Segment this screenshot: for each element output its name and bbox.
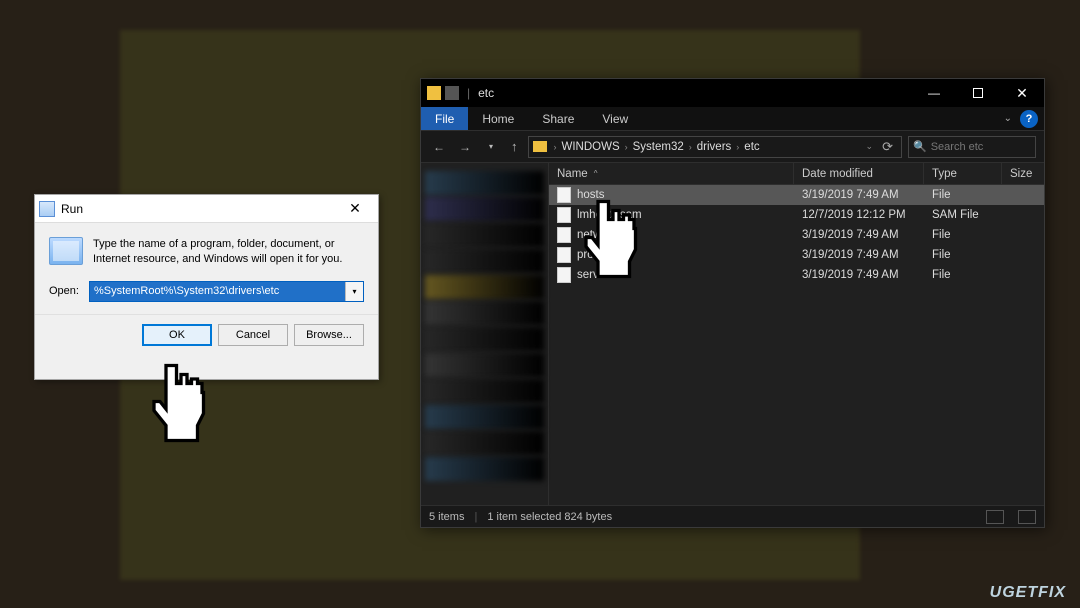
file-icon (557, 247, 571, 263)
file-date: 12/7/2019 12:12 PM (794, 209, 924, 221)
file-row[interactable]: protocol 3/19/2019 7:49 AMFile (549, 245, 1044, 265)
qat-icon[interactable] (445, 86, 459, 100)
file-row[interactable]: lmhosts.sam 12/7/2019 12:12 PMSAM File (549, 205, 1044, 225)
file-type: File (924, 249, 1002, 261)
file-date: 3/19/2019 7:49 AM (794, 249, 924, 261)
run-icon (39, 201, 55, 217)
watermark: UGETFIX (990, 584, 1066, 602)
window-title: etc (478, 86, 494, 100)
file-type: File (924, 229, 1002, 241)
run-dialog: Run ✕ Type the name of a program, folder… (34, 194, 379, 380)
sort-asc-icon: ^ (594, 169, 598, 178)
open-combobox[interactable]: ▾ (89, 281, 364, 302)
file-name: hosts (577, 189, 605, 201)
file-type: SAM File (924, 209, 1002, 221)
col-type[interactable]: Type (924, 163, 1002, 184)
file-row[interactable]: networks 3/19/2019 7:49 AMFile (549, 225, 1044, 245)
path-seg-3[interactable]: etc (744, 141, 759, 153)
column-headers[interactable]: Name^ Date modified Type Size (549, 163, 1044, 185)
explorer-titlebar[interactable]: | etc — ✕ (421, 79, 1044, 107)
address-chevron-down-icon[interactable]: ⌄ (863, 141, 877, 152)
run-description: Type the name of a program, folder, docu… (93, 237, 364, 267)
ribbon-collapse-icon[interactable]: ⌄ (996, 107, 1020, 130)
file-row[interactable]: services 3/19/2019 7:49 AMFile (549, 265, 1044, 285)
run-button-row: OK Cancel Browse... (35, 314, 378, 356)
run-app-icon (49, 237, 83, 265)
nav-back-button[interactable]: ← (429, 137, 449, 157)
ok-button[interactable]: OK (142, 324, 212, 346)
minimize-button[interactable]: — (912, 79, 956, 107)
close-button[interactable]: ✕ (1000, 79, 1044, 107)
path-seg-1[interactable]: System32 (633, 141, 684, 153)
combo-chevron-down-icon[interactable]: ▾ (345, 282, 363, 301)
maximize-button[interactable] (956, 79, 1000, 107)
path-sep: › (686, 142, 695, 152)
path-sep: › (551, 142, 560, 152)
nav-forward-button[interactable]: → (455, 137, 475, 157)
status-item-count: 5 items (429, 511, 464, 523)
file-icon (557, 207, 571, 223)
file-icon (557, 187, 571, 203)
address-bar-row: ← → ▾ ↑ › WINDOWS › System32 › drivers ›… (421, 131, 1044, 163)
file-date: 3/19/2019 7:49 AM (794, 189, 924, 201)
open-label: Open: (49, 285, 79, 297)
file-date: 3/19/2019 7:49 AM (794, 269, 924, 281)
col-name[interactable]: Name^ (549, 163, 794, 184)
address-bar[interactable]: › WINDOWS › System32 › drivers › etc ⌄ ⟳ (528, 136, 903, 158)
open-input[interactable] (90, 282, 345, 301)
view-large-icon[interactable] (1018, 510, 1036, 524)
path-sep: › (622, 142, 631, 152)
view-details-icon[interactable] (986, 510, 1004, 524)
file-icon (557, 227, 571, 243)
file-name: services (577, 269, 619, 281)
status-selection: 1 item selected 824 bytes (487, 511, 612, 523)
file-list: Name^ Date modified Type Size hosts 3/19/… (549, 163, 1044, 505)
search-icon: 🔍 (913, 140, 927, 153)
ribbon-share[interactable]: Share (528, 107, 588, 130)
titlebar-separator: | (467, 86, 470, 100)
nav-pane[interactable] (421, 163, 549, 505)
explorer-window: | etc — ✕ File Home Share View ⌄ ? ← → ▾… (420, 78, 1045, 528)
close-button[interactable]: ✕ (336, 197, 374, 221)
path-sep: › (733, 142, 742, 152)
file-name: lmhosts.sam (577, 209, 642, 221)
folder-icon (427, 86, 441, 100)
help-icon[interactable]: ? (1020, 110, 1038, 128)
file-name: protocol (577, 249, 618, 261)
file-date: 3/19/2019 7:49 AM (794, 229, 924, 241)
nav-history-dropdown[interactable]: ▾ (481, 137, 501, 157)
status-bar: 5 items | 1 item selected 824 bytes (421, 505, 1044, 527)
ribbon-file[interactable]: File (421, 107, 468, 130)
run-title: Run (61, 202, 336, 216)
ribbon-view[interactable]: View (588, 107, 642, 130)
ribbon: File Home Share View ⌄ ? (421, 107, 1044, 131)
file-icon (557, 267, 571, 283)
address-folder-icon (533, 141, 547, 152)
path-seg-0[interactable]: WINDOWS (562, 141, 620, 153)
ribbon-home[interactable]: Home (468, 107, 528, 130)
run-titlebar[interactable]: Run ✕ (35, 195, 378, 223)
col-date[interactable]: Date modified (794, 163, 924, 184)
file-type: File (924, 189, 1002, 201)
cancel-button[interactable]: Cancel (218, 324, 288, 346)
nav-up-button[interactable]: ↑ (507, 139, 522, 154)
file-type: File (924, 269, 1002, 281)
search-box[interactable]: 🔍 Search etc (908, 136, 1036, 158)
browse-button[interactable]: Browse... (294, 324, 364, 346)
file-row[interactable]: hosts 3/19/2019 7:49 AMFile (549, 185, 1044, 205)
refresh-button[interactable]: ⟳ (878, 139, 897, 155)
path-seg-2[interactable]: drivers (697, 141, 732, 153)
search-placeholder: Search etc (931, 141, 984, 153)
col-size[interactable]: Size (1002, 163, 1044, 184)
file-name: networks (577, 229, 623, 241)
